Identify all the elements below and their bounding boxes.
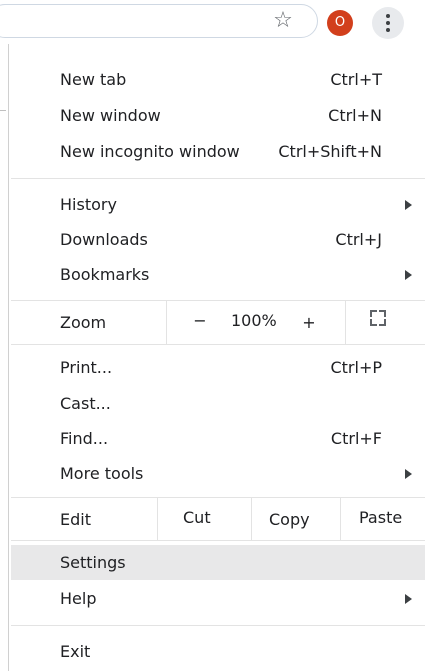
star-outline-icon[interactable]: ☆: [270, 8, 296, 34]
zoom-out-button[interactable]: −: [189, 303, 211, 338]
profile-avatar[interactable]: O: [327, 10, 353, 36]
menu-item-label: Print...: [60, 358, 113, 377]
menu-item-downloads[interactable]: Downloads Ctrl+J: [11, 222, 425, 257]
menu-item-label: Cast...: [60, 394, 111, 413]
page-content-edge: [0, 44, 9, 671]
menu-item-print[interactable]: Print... Ctrl+P: [11, 350, 425, 385]
zoom-divider: [345, 301, 346, 344]
menu-item-label: New window: [60, 106, 161, 125]
more-vertical-icon[interactable]: [372, 7, 404, 39]
menu-item-new-window[interactable]: New window Ctrl+N: [11, 98, 425, 133]
menu-separator: [11, 300, 425, 301]
menu-item-label: Settings: [60, 553, 126, 572]
edit-divider: [340, 498, 341, 540]
zoom-level: 100%: [231, 311, 277, 330]
menu-item-bookmarks[interactable]: Bookmarks: [11, 257, 425, 292]
menu-item-label: Downloads: [60, 230, 148, 249]
cut-button[interactable]: Cut: [183, 500, 211, 535]
menu-item-label: New tab: [60, 70, 127, 89]
menu-item-label: New incognito window: [60, 142, 240, 161]
copy-button[interactable]: Copy: [269, 502, 310, 537]
page-mark: [0, 110, 6, 111]
paste-button[interactable]: Paste: [359, 500, 402, 535]
submenu-arrow-icon: [405, 200, 412, 210]
menu-item-settings[interactable]: Settings: [11, 545, 425, 580]
menu-separator: [11, 540, 425, 541]
menu-item-label: More tools: [60, 464, 144, 483]
edit-label: Edit: [60, 510, 91, 529]
menu-item-shortcut: Ctrl+Shift+N: [278, 142, 382, 161]
menu-item-shortcut: Ctrl+P: [330, 358, 382, 377]
menu-item-exit[interactable]: Exit: [11, 634, 425, 669]
menu-item-label: Bookmarks: [60, 265, 150, 284]
more-dots: [386, 14, 390, 32]
chrome-main-menu: New tab Ctrl+T New window Ctrl+N New inc…: [11, 56, 425, 671]
menu-item-shortcut: Ctrl+J: [335, 230, 382, 249]
menu-item-label: Help: [60, 589, 97, 608]
browser-toolbar: ☆ O: [0, 0, 425, 44]
menu-item-history[interactable]: History: [11, 187, 425, 222]
menu-item-new-tab[interactable]: New tab Ctrl+T: [11, 62, 425, 97]
zoom-divider: [166, 301, 167, 344]
submenu-arrow-icon: [405, 594, 412, 604]
menu-item-new-incognito-window[interactable]: New incognito window Ctrl+Shift+N: [11, 134, 425, 169]
menu-item-more-tools[interactable]: More tools: [11, 456, 425, 491]
submenu-arrow-icon: [405, 469, 412, 479]
menu-item-label: Exit: [60, 642, 91, 661]
menu-item-help[interactable]: Help: [11, 581, 425, 616]
edit-divider: [157, 498, 158, 540]
menu-item-cast[interactable]: Cast...: [11, 386, 425, 421]
zoom-in-button[interactable]: +: [299, 305, 319, 340]
menu-item-shortcut: Ctrl+T: [330, 70, 382, 89]
menu-item-shortcut: Ctrl+F: [330, 429, 382, 448]
menu-item-label: History: [60, 195, 117, 214]
menu-separator: [11, 178, 425, 179]
menu-separator: [11, 497, 425, 498]
submenu-arrow-icon: [405, 270, 412, 280]
fullscreen-icon[interactable]: [370, 310, 386, 326]
zoom-label: Zoom: [60, 313, 107, 332]
edit-divider: [251, 498, 252, 540]
menu-item-shortcut: Ctrl+N: [328, 106, 382, 125]
menu-item-find[interactable]: Find... Ctrl+F: [11, 421, 425, 456]
menu-item-label: Find...: [60, 429, 109, 448]
menu-separator: [11, 344, 425, 345]
menu-separator: [11, 625, 425, 626]
